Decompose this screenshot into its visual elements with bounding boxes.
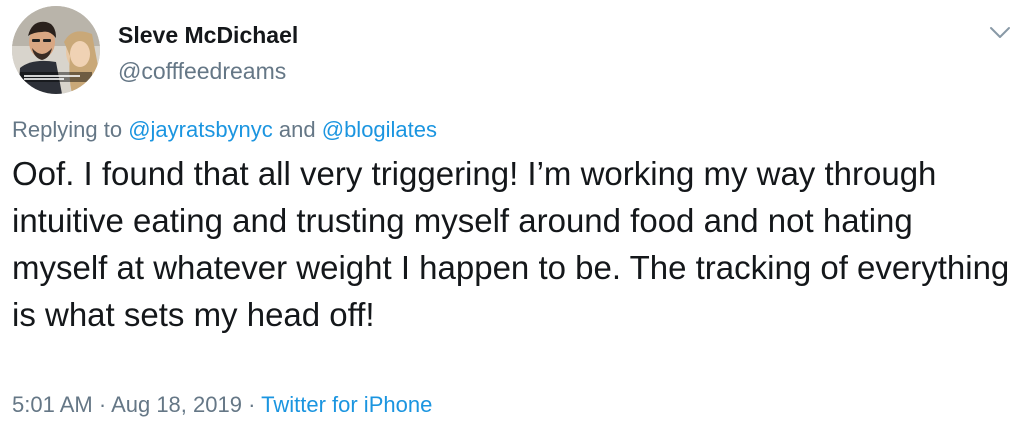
- meta-separator-2: ·: [241, 392, 262, 417]
- replying-prefix: Replying to: [12, 117, 129, 142]
- tweet-source[interactable]: Twitter for iPhone: [261, 392, 432, 417]
- reply-user-link-2[interactable]: @blogilates: [322, 117, 437, 142]
- author-handle[interactable]: @cofffeedreams: [118, 58, 286, 85]
- reply-user-link-1[interactable]: @jayratsbynyc: [128, 117, 273, 142]
- avatar-image: [12, 6, 100, 94]
- tweet-date[interactable]: Aug 18, 2019: [111, 392, 242, 417]
- tweet-text: Oof. I found that all very triggering! I…: [12, 155, 1010, 333]
- chevron-down-icon[interactable]: [988, 24, 1012, 42]
- tweet-card: Sleve McDichael @cofffeedreams Replying …: [0, 0, 1024, 437]
- meta-separator: ·: [92, 392, 112, 417]
- replying-to: Replying to @jayratsbynyc and @blogilate…: [12, 117, 437, 143]
- reply-joiner: and: [272, 117, 322, 142]
- avatar[interactable]: [12, 6, 100, 94]
- tweet-time[interactable]: 5:01 AM: [12, 392, 93, 417]
- author-name[interactable]: Sleve McDichael: [118, 22, 298, 49]
- tweet-meta: 5:01 AM · Aug 18, 2019 · Twitter for iPh…: [12, 392, 432, 418]
